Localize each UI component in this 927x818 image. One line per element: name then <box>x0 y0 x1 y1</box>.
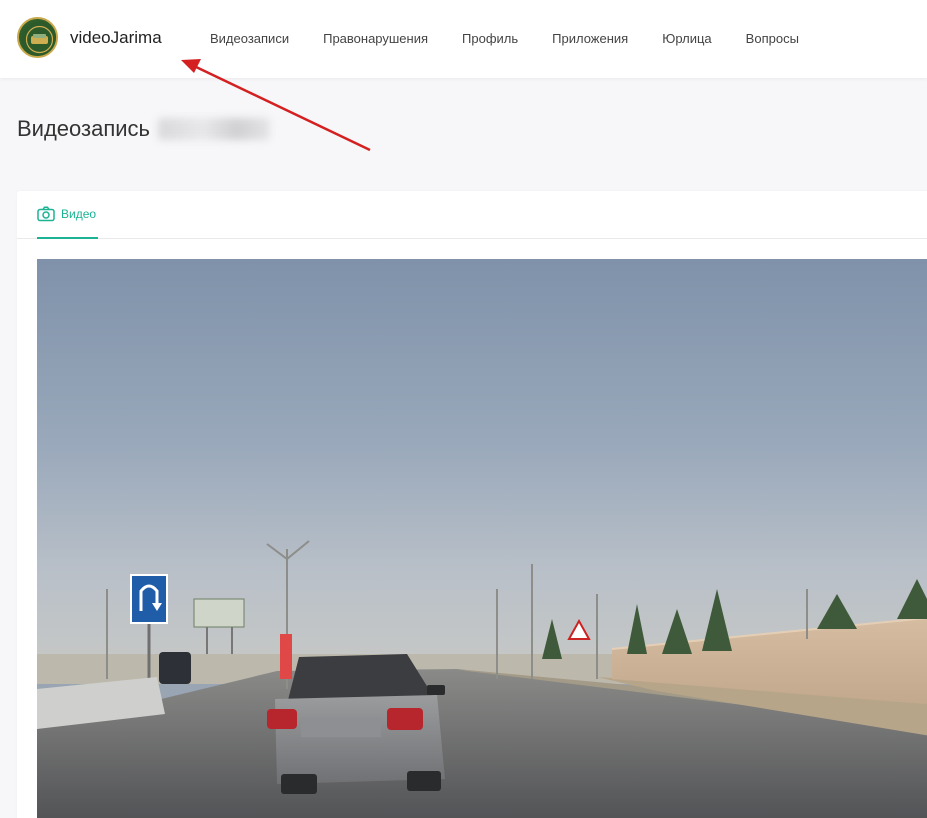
brand-name[interactable]: videoJarima <box>70 28 162 48</box>
main-nav: Видеозаписи Правонарушения Профиль Прило… <box>210 31 799 46</box>
tab-video[interactable]: Видео <box>37 191 99 239</box>
nav-legal-entities[interactable]: Юрлица <box>662 31 711 46</box>
logo-emblem <box>17 17 58 58</box>
video-frame <box>37 259 927 818</box>
blurred-record-id <box>158 118 271 140</box>
video-player[interactable] <box>37 259 927 818</box>
top-header: videoJarima Видеозаписи Правонарушения П… <box>0 0 927 78</box>
camera-icon <box>37 206 55 222</box>
nav-profile[interactable]: Профиль <box>462 31 518 46</box>
nav-apps[interactable]: Приложения <box>552 31 628 46</box>
page-title-text: Видеозапись <box>17 116 151 141</box>
nav-videos[interactable]: Видеозаписи <box>210 31 289 46</box>
tab-video-label: Видео <box>61 207 97 221</box>
video-card: Видео <box>17 191 927 818</box>
page-title: Видеозапись <box>17 116 271 142</box>
logo-link[interactable] <box>17 17 58 58</box>
nav-questions[interactable]: Вопросы <box>746 31 799 46</box>
tab-bar: Видео <box>17 191 927 239</box>
nav-violations[interactable]: Правонарушения <box>323 31 428 46</box>
